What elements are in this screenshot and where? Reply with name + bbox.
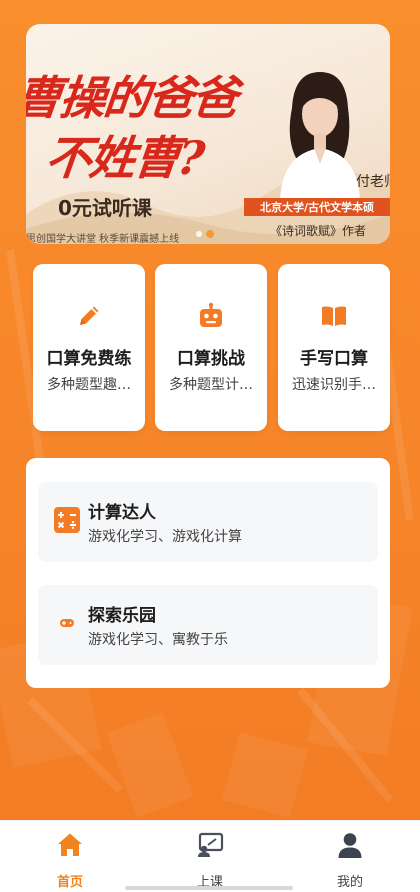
- calculator-icon: [54, 507, 80, 533]
- carousel-dot-active[interactable]: [206, 230, 214, 238]
- card-title: 口算挑战: [177, 349, 245, 369]
- list-item-explore-park[interactable]: 探索乐园 游戏化学习、寓教于乐: [38, 585, 378, 665]
- card-title: 手写口算: [300, 349, 368, 369]
- teacher-name: 付老师: [356, 174, 390, 190]
- tab-label: 我的: [336, 875, 363, 890]
- gamepad-icon: [60, 619, 74, 627]
- book-icon: [322, 306, 346, 326]
- card-oral-challenge[interactable]: 口算挑战 多种题型计…: [155, 264, 267, 431]
- card-handwriting-oral[interactable]: 手写口算 迅速识别手…: [278, 264, 390, 431]
- tab-home[interactable]: 首页: [0, 821, 140, 892]
- banner-tagline: 思创国学大讲堂 秋季新课震撼上线: [26, 234, 180, 244]
- bottom-tab-bar: 首页 上课 我的: [0, 820, 420, 892]
- teacher-book: 《诗词歌赋》作者: [270, 224, 367, 238]
- profile-icon: [338, 833, 362, 858]
- home-icon: [58, 833, 82, 856]
- list-item-desc: 游戏化学习、寓教于乐: [88, 632, 228, 648]
- list-item-desc: 游戏化学习、游戏化计算: [88, 529, 242, 545]
- list-item-title: 计算达人: [88, 503, 156, 523]
- card-oral-free-practice[interactable]: 口算免费练 多种题型趣…: [33, 264, 145, 431]
- promo-banner[interactable]: 曹操的爸爸 不姓曹? 0元试听课 思创国学大讲堂 秋季新课震撼上线 付老师 北京…: [26, 24, 390, 244]
- carousel-dot[interactable]: [196, 231, 202, 237]
- tab-profile[interactable]: 我的: [280, 821, 420, 892]
- card-desc: 迅速识别手…: [292, 377, 376, 393]
- tab-label: 首页: [56, 875, 83, 890]
- card-desc: 多种题型计…: [169, 377, 253, 393]
- banner-headline-line2: 不姓曹?: [42, 131, 206, 185]
- teacher-title-badge: 北京大学/古代文学本硕: [244, 198, 390, 216]
- activity-panel: 计算达人 游戏化学习、游戏化计算 探索乐园 游戏化学习、寓教于乐: [26, 458, 390, 688]
- classroom-icon: [198, 832, 224, 857]
- card-desc: 多种题型趣…: [47, 377, 131, 393]
- pencil-icon: [80, 306, 99, 325]
- banner-headline-line1: 曹操的爸爸: [26, 71, 239, 125]
- card-title: 口算免费练: [46, 349, 132, 369]
- list-item-title: 探索乐园: [88, 606, 156, 626]
- tab-class[interactable]: 上课: [140, 821, 280, 892]
- carousel-indicator[interactable]: [196, 230, 214, 238]
- teacher-photo: [280, 72, 360, 200]
- banner-free-trial: 0元试听课: [58, 196, 152, 220]
- home-indicator: [125, 886, 293, 890]
- robot-icon: [200, 302, 222, 327]
- list-item-calculation-master[interactable]: 计算达人 游戏化学习、游戏化计算: [38, 482, 378, 562]
